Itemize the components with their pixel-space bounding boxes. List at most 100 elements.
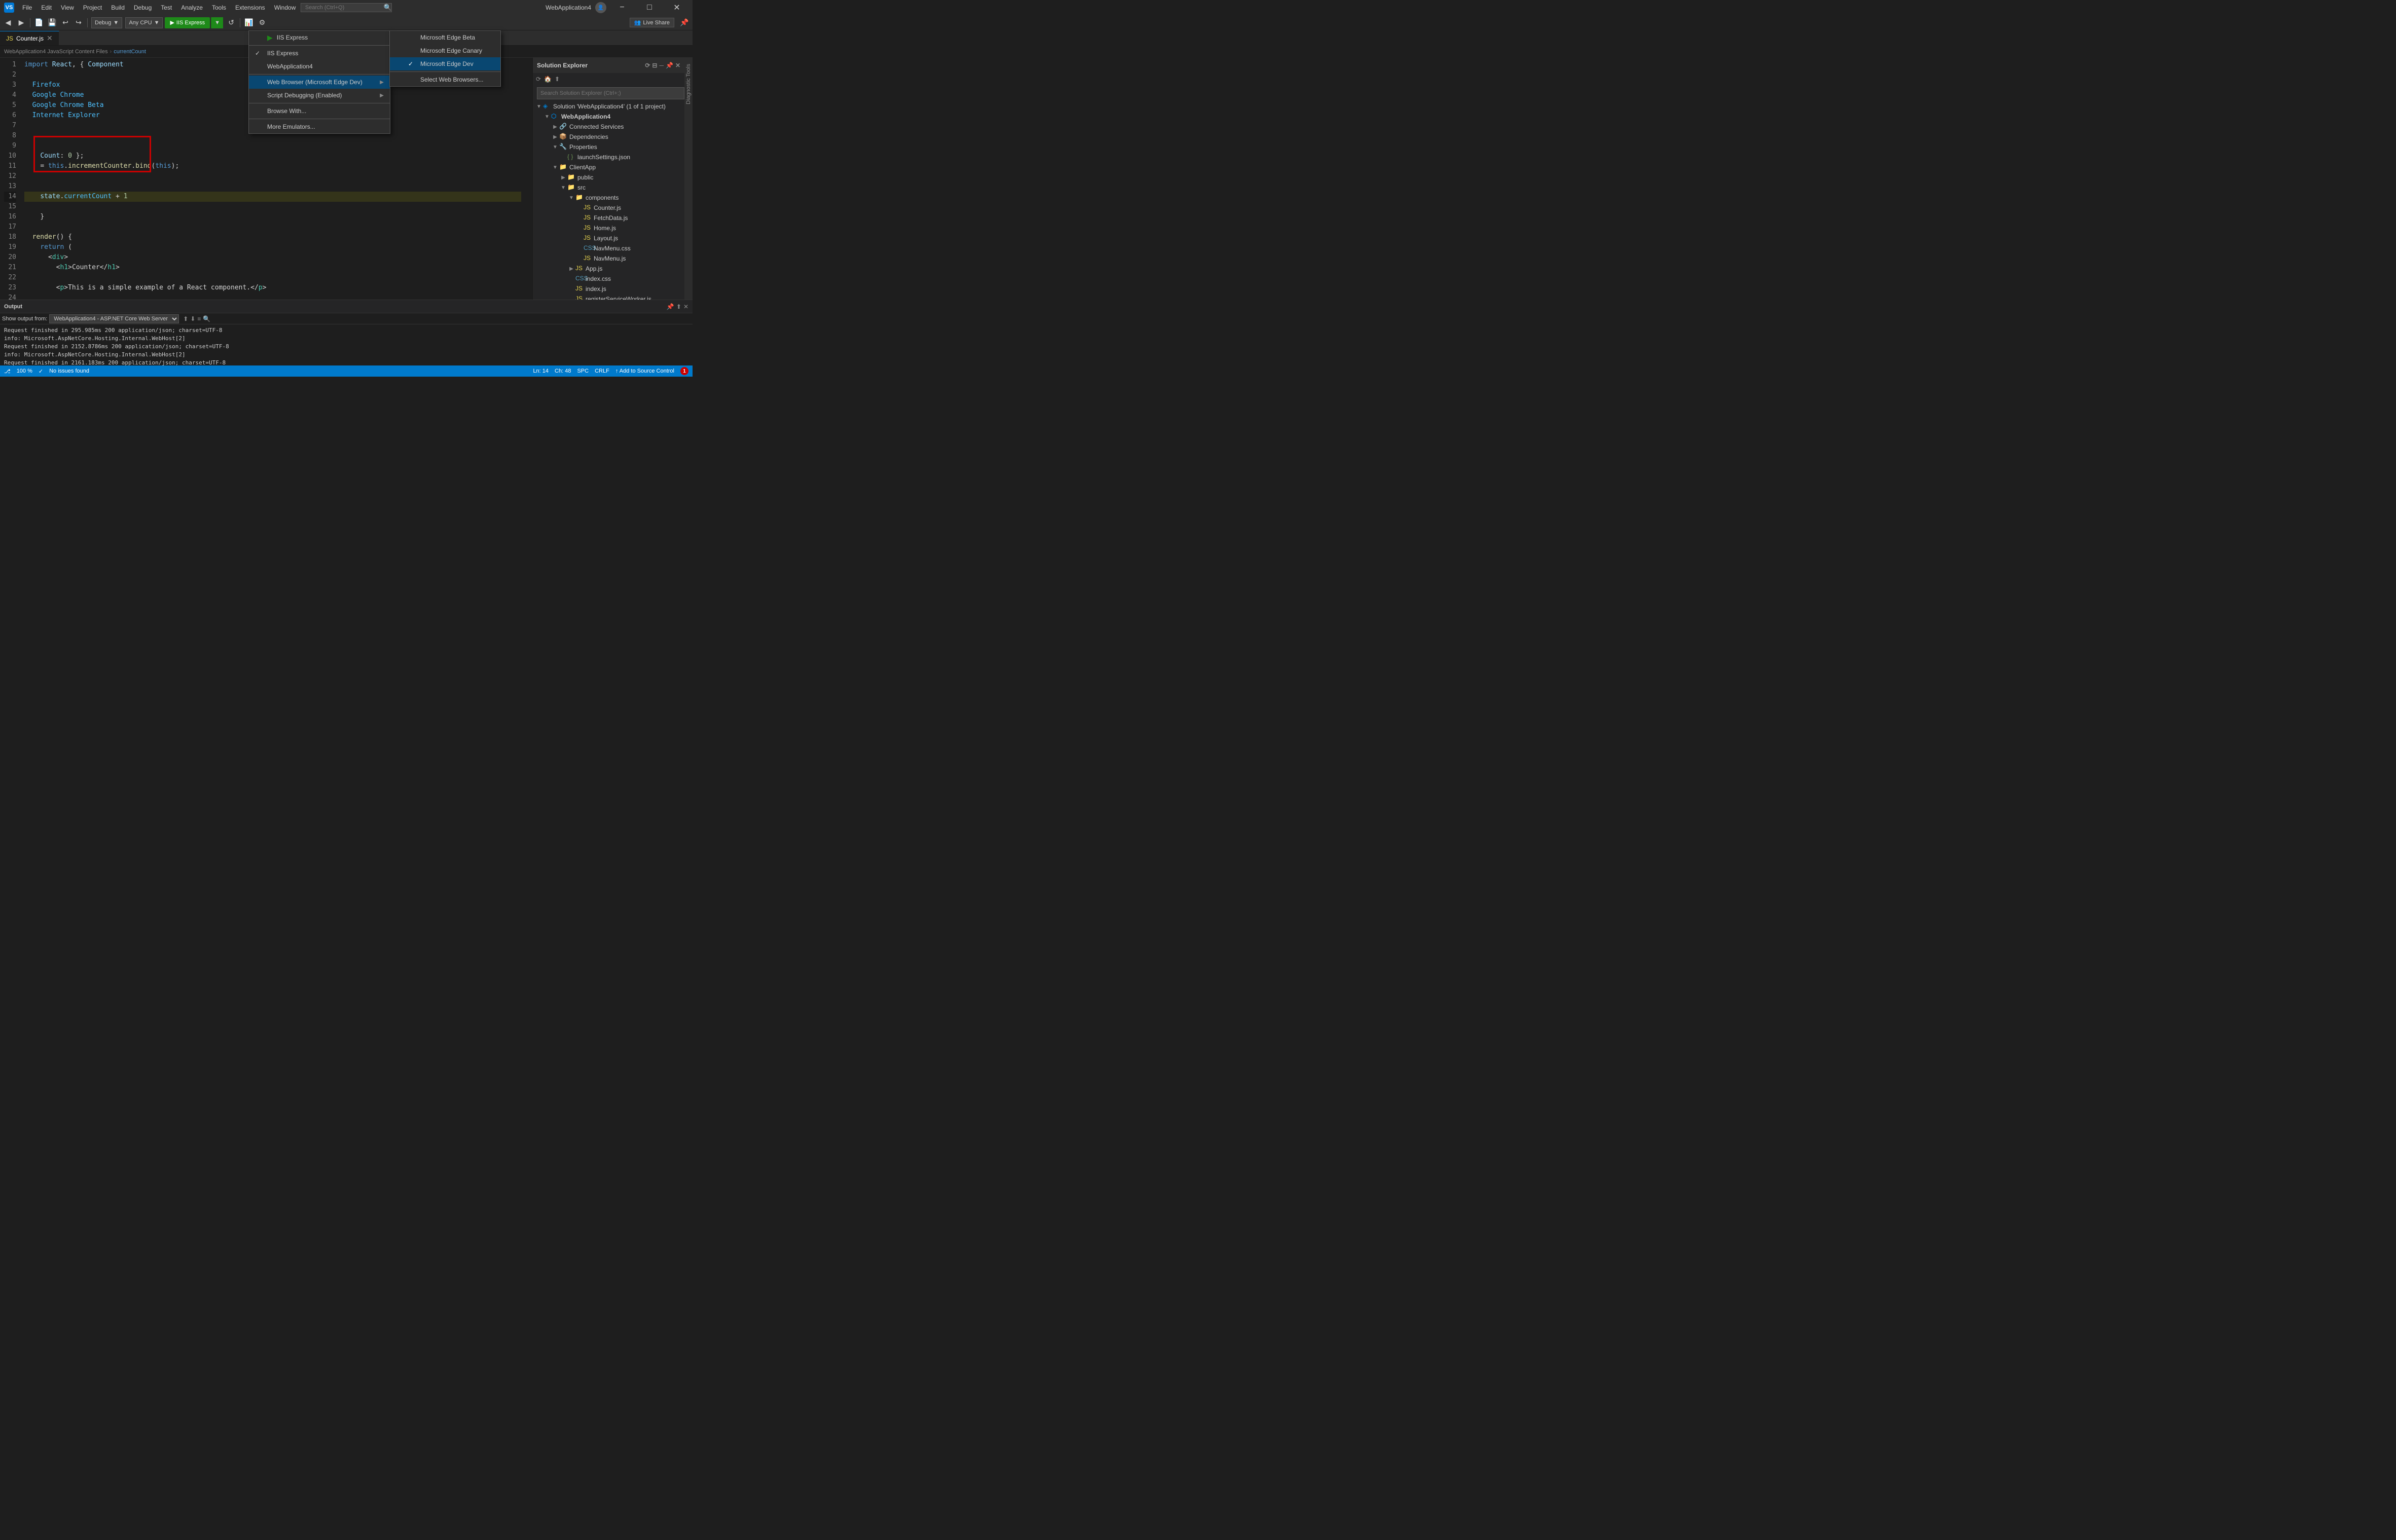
- output-pin-icon[interactable]: 📌: [667, 303, 674, 310]
- run-button[interactable]: ▶ IIS Express: [165, 17, 210, 28]
- iis-dropdown-script-debugging[interactable]: Script Debugging (Enabled): [249, 89, 390, 102]
- restore-button[interactable]: □: [638, 0, 661, 15]
- iis-dropdown-webapplication4[interactable]: WebApplication4: [249, 60, 390, 73]
- editor-scrollbar[interactable]: [525, 58, 532, 300]
- diagnostic-tools-label[interactable]: Diagnostic Tools: [685, 62, 692, 106]
- solution-explorer-header: Solution Explorer ⟳ ⊟ ─ 📌 ✕: [533, 58, 684, 73]
- iis-dropdown-web-browser[interactable]: Web Browser (Microsoft Edge Dev): [249, 76, 390, 89]
- tree-item-solution[interactable]: ▼ ◈ Solution 'WebApplication4' (1 of 1 p…: [533, 101, 684, 112]
- expand-icon: ▼: [551, 143, 559, 151]
- tree-item-components[interactable]: ▼ 📁 components: [533, 193, 684, 203]
- menu-window[interactable]: Window: [270, 3, 300, 12]
- browser-edge-beta[interactable]: Microsoft Edge Beta: [390, 31, 500, 44]
- new-file-button[interactable]: 📄: [33, 17, 45, 29]
- back-button[interactable]: ◀: [2, 17, 14, 29]
- expand-icon: [575, 224, 584, 232]
- browser-edge-dev[interactable]: ✓ Microsoft Edge Dev: [390, 57, 500, 70]
- refresh-button[interactable]: ↺: [225, 17, 237, 29]
- menu-view[interactable]: View: [57, 3, 78, 12]
- browser-edge-canary[interactable]: Microsoft Edge Canary: [390, 44, 500, 57]
- menu-tools[interactable]: Tools: [208, 3, 230, 12]
- se-toolbar-btn-2[interactable]: 🏠: [543, 75, 553, 84]
- se-sync-icon[interactable]: ⟳: [645, 62, 650, 69]
- tree-item-layoutjs[interactable]: JS Layout.js: [533, 233, 684, 243]
- tree-item-navmenucss[interactable]: CSS NavMenu.css: [533, 243, 684, 253]
- tree-label: ClientApp: [569, 164, 596, 171]
- save-button[interactable]: 💾: [46, 17, 58, 29]
- css-file-icon: CSS: [575, 275, 584, 283]
- iis-dropdown-browse-with[interactable]: Browse With...: [249, 104, 390, 118]
- tree-item-indexcss[interactable]: CSS index.css: [533, 274, 684, 284]
- js-file-icon: JS: [575, 265, 584, 273]
- tree-item-clientapp[interactable]: ▼ 📁 ClientApp: [533, 162, 684, 172]
- tree-item-indexjs[interactable]: JS index.js: [533, 284, 684, 294]
- iis-dropdown-iis-express-run[interactable]: ▶ IIS Express: [249, 31, 390, 44]
- add-source-control[interactable]: ↑ Add to Source Control: [615, 368, 674, 374]
- se-toolbar-btn-3[interactable]: ⬆: [554, 75, 561, 84]
- tree-item-appjs[interactable]: ▶ JS App.js: [533, 264, 684, 274]
- output-scroll-icon[interactable]: ≡: [197, 315, 201, 322]
- iis-dropdown-arrow[interactable]: ▼: [211, 17, 223, 28]
- tab-close-button[interactable]: ✕: [47, 34, 53, 43]
- forward-button[interactable]: ▶: [15, 17, 27, 29]
- se-search-input[interactable]: [537, 87, 684, 99]
- tree-item-connected-services[interactable]: ▶ 🔗 Connected Services: [533, 122, 684, 132]
- menu-extensions[interactable]: Extensions: [231, 3, 269, 12]
- output-close-icon[interactable]: ✕: [683, 303, 688, 310]
- settings-button[interactable]: ⚙: [256, 17, 268, 29]
- folder-icon: 📁: [567, 184, 575, 192]
- menu-test[interactable]: Test: [157, 3, 176, 12]
- close-button[interactable]: ✕: [665, 0, 688, 15]
- debug-config-dropdown[interactable]: Debug ▼: [91, 17, 122, 28]
- menu-project[interactable]: Project: [79, 3, 106, 12]
- chevron-down-icon: ▼: [113, 20, 119, 26]
- tree-item-dependencies[interactable]: ▶ 📦 Dependencies: [533, 132, 684, 142]
- solution-explorer-title: Solution Explorer: [537, 62, 588, 69]
- code-line-9: [24, 141, 521, 151]
- tree-item-src[interactable]: ▼ 📁 src: [533, 182, 684, 193]
- breadcrumb-text: WebApplication4 JavaScript Content Files: [4, 49, 108, 55]
- tree-item-properties[interactable]: ▼ 🔧 Properties: [533, 142, 684, 152]
- tree-item-navmenujs[interactable]: JS NavMenu.js: [533, 253, 684, 264]
- title-search-input[interactable]: [301, 3, 392, 12]
- menu-build[interactable]: Build: [107, 3, 129, 12]
- se-properties-icon[interactable]: ⊟: [652, 62, 657, 69]
- output-float-icon[interactable]: ⬆: [676, 303, 681, 310]
- output-source-select[interactable]: WebApplication4 - ASP.NET Core Web Serve…: [49, 314, 179, 323]
- pin-button[interactable]: 📌: [678, 17, 691, 29]
- menu-debug[interactable]: Debug: [130, 3, 156, 12]
- chevron-down-icon-2: ▼: [154, 20, 160, 26]
- output-search-icon[interactable]: 🔍: [203, 315, 210, 322]
- output-wrap-icon[interactable]: ⬇: [190, 315, 195, 322]
- menu-file[interactable]: File: [18, 3, 36, 12]
- se-toolbar-btn-1[interactable]: ⟳: [535, 75, 542, 84]
- zoom-level: 100 %: [17, 368, 32, 374]
- iis-dropdown-more-emulators[interactable]: More Emulators...: [249, 120, 390, 133]
- folder-icon: 🔧: [559, 143, 567, 151]
- minimize-button[interactable]: −: [610, 0, 634, 15]
- se-collapse-icon[interactable]: ─: [659, 62, 664, 69]
- iis-dropdown-iis-express-checked[interactable]: IIS Express: [249, 47, 390, 60]
- se-pin-icon[interactable]: 📌: [666, 62, 673, 69]
- menu-analyze[interactable]: Analyze: [177, 3, 207, 12]
- tree-item-homejs[interactable]: JS Home.js: [533, 223, 684, 233]
- clear-output-icon[interactable]: ⬆: [183, 315, 188, 322]
- redo-button[interactable]: ↪: [72, 17, 85, 29]
- tree-item-registerserviceworker[interactable]: JS registerServiceWorker.js: [533, 294, 684, 300]
- browser-select-web-browsers[interactable]: Select Web Browsers...: [390, 73, 500, 86]
- code-line-15: [24, 202, 521, 212]
- tree-item-project[interactable]: ▼ ⬡ WebApplication4: [533, 112, 684, 122]
- diagnostic-tools-panel[interactable]: Diagnostic Tools: [684, 58, 693, 300]
- se-close-icon[interactable]: ✕: [675, 62, 680, 69]
- live-share-button[interactable]: 👥 Live Share: [630, 18, 674, 27]
- performance-button[interactable]: 📊: [243, 17, 255, 29]
- tree-item-launchsettings[interactable]: { } launchSettings.json: [533, 152, 684, 162]
- tree-item-counterjs[interactable]: JS Counter.js: [533, 203, 684, 213]
- undo-button[interactable]: ↩: [59, 17, 71, 29]
- tree-item-public[interactable]: ▶ 📁 public: [533, 172, 684, 182]
- tab-counterjs[interactable]: JS Counter.js ✕: [0, 31, 59, 45]
- menu-edit[interactable]: Edit: [37, 3, 56, 12]
- dropdown-item-label: Script Debugging (Enabled): [267, 92, 342, 99]
- tree-item-fetchdatajs[interactable]: JS FetchData.js: [533, 213, 684, 223]
- cpu-config-dropdown[interactable]: Any CPU ▼: [125, 17, 163, 28]
